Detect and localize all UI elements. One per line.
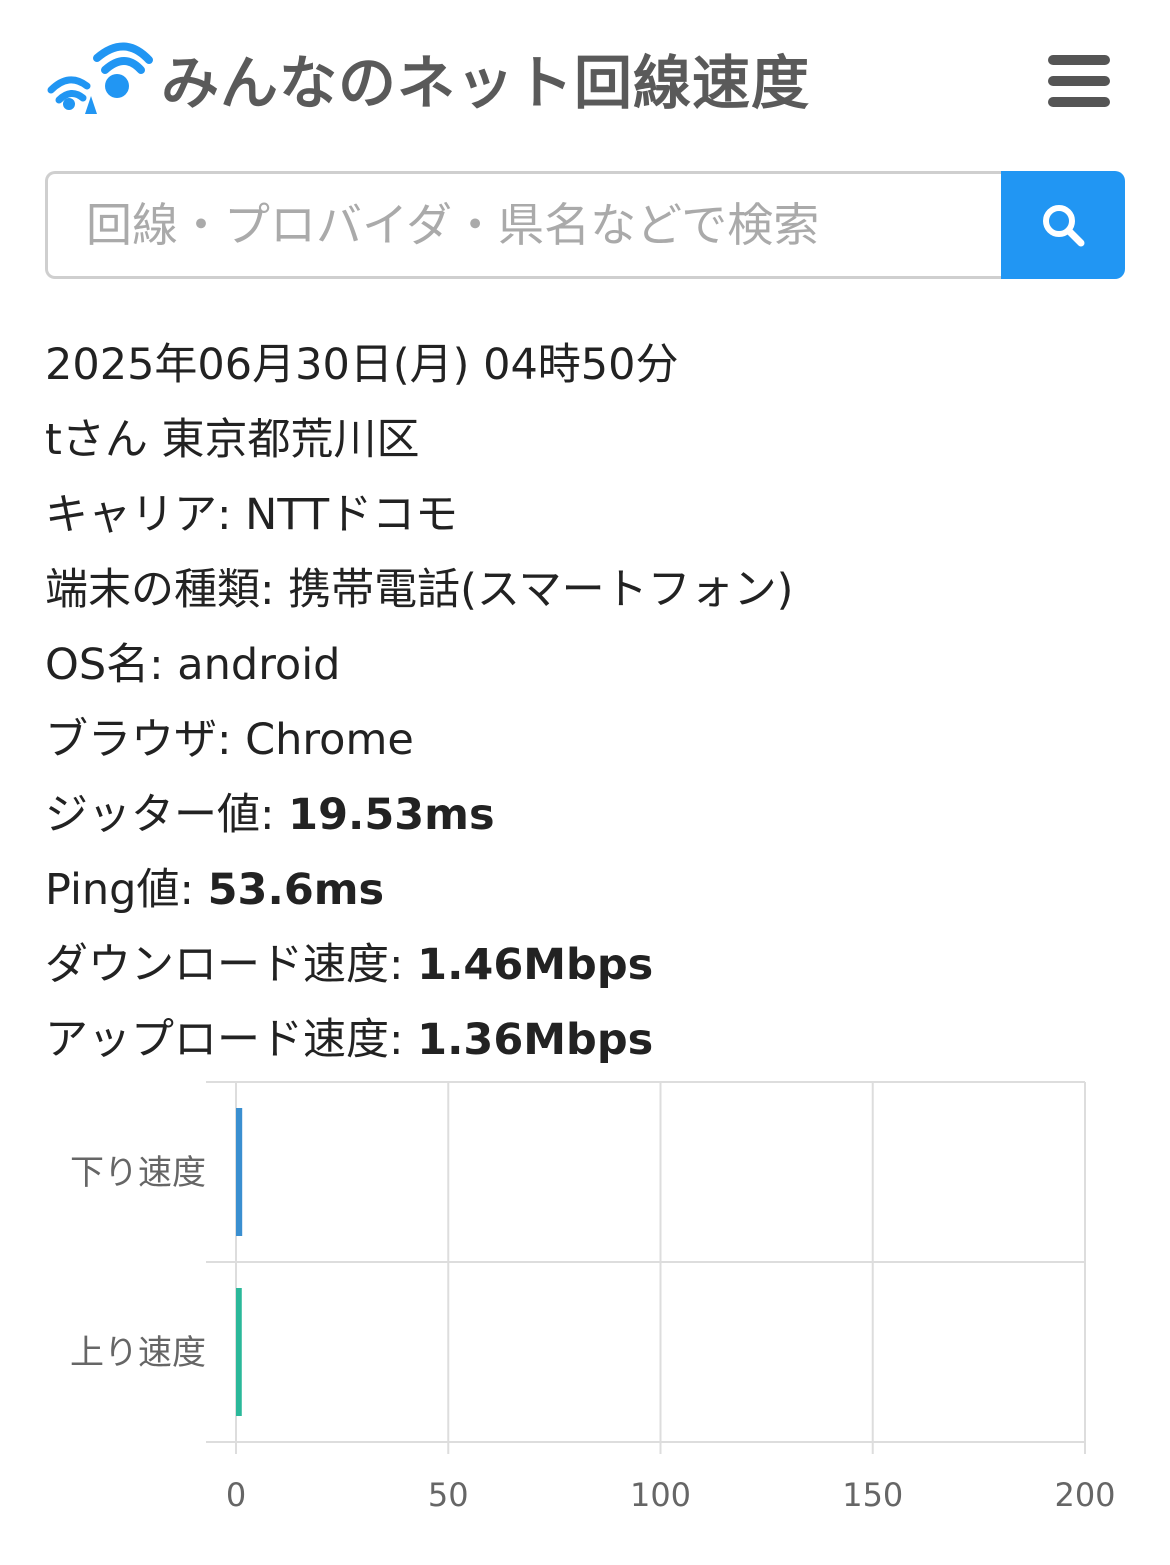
test-user-location: tさん 東京都荒川区: [45, 415, 420, 465]
speed-bar-chart: 0 50 100 150 200 下り速度上り速度: [0, 1070, 1170, 1540]
jitter-value: 19.53ms: [288, 790, 495, 840]
speed-chart-svg: 0 50 100 150 200 下り速度上り速度: [70, 1081, 1116, 1514]
device-type-label: 端末の種類:: [45, 565, 289, 615]
browser-label: ブラウザ:: [45, 715, 246, 765]
bar-1: [236, 1288, 242, 1416]
ping-value: 53.6ms: [207, 865, 385, 915]
wifi-signal-logo-icon: [47, 42, 153, 114]
site-header: みんなのネット回線速度: [0, 0, 1170, 160]
jitter-label: ジッター値:: [45, 790, 289, 840]
x-tick-label: 0: [226, 1476, 246, 1514]
os-value: android: [177, 640, 341, 690]
ping-row: Ping値: 53.6ms: [45, 853, 1145, 928]
upload-speed-row: アップロード速度: 1.36Mbps: [45, 1003, 1145, 1078]
speed-test-result: 2025年06月30日(月) 04時50分 tさん 東京都荒川区 キャリア: N…: [45, 328, 1145, 1078]
x-tick-label: 150: [842, 1476, 903, 1514]
os-row: OS名: android: [45, 628, 1145, 703]
device-type-value: 携帯電話(スマートフォン): [288, 565, 794, 615]
browser-value: Chrome: [245, 715, 414, 765]
upload-speed-value: 1.36Mbps: [417, 1015, 654, 1065]
category-label: 上り速度: [70, 1333, 206, 1373]
browser-row: ブラウザ: Chrome: [45, 703, 1145, 778]
x-tick-label: 50: [428, 1476, 469, 1514]
x-tick-label: 100: [630, 1476, 691, 1514]
site-title: みんなのネット回線速度: [161, 49, 811, 117]
bar-0: [236, 1108, 243, 1236]
download-speed-row: ダウンロード速度: 1.46Mbps: [45, 928, 1145, 1003]
upload-speed-label: アップロード速度:: [45, 1015, 418, 1065]
download-speed-label: ダウンロード速度:: [45, 940, 418, 990]
x-tick-label: 200: [1054, 1476, 1115, 1514]
search-button[interactable]: [1001, 171, 1125, 279]
download-speed-value: 1.46Mbps: [417, 940, 654, 990]
ping-label: Ping値:: [45, 865, 208, 915]
test-datetime: 2025年06月30日(月) 04時50分: [45, 340, 679, 390]
device-type-row: 端末の種類: 携帯電話(スマートフォン): [45, 553, 1145, 628]
carrier-label: キャリア:: [45, 490, 246, 540]
category-label: 下り速度: [70, 1153, 206, 1193]
search-bar: [45, 171, 1125, 279]
search-icon: [1043, 205, 1085, 247]
os-label: OS名:: [45, 640, 178, 690]
site-logo[interactable]: みんなのネット回線速度: [45, 38, 810, 118]
carrier-value: NTTドコモ: [245, 490, 459, 540]
hamburger-menu-icon[interactable]: [1048, 55, 1110, 107]
jitter-row: ジッター値: 19.53ms: [45, 778, 1145, 853]
carrier-row: キャリア: NTTドコモ: [45, 478, 1145, 553]
search-input[interactable]: [45, 171, 1001, 279]
